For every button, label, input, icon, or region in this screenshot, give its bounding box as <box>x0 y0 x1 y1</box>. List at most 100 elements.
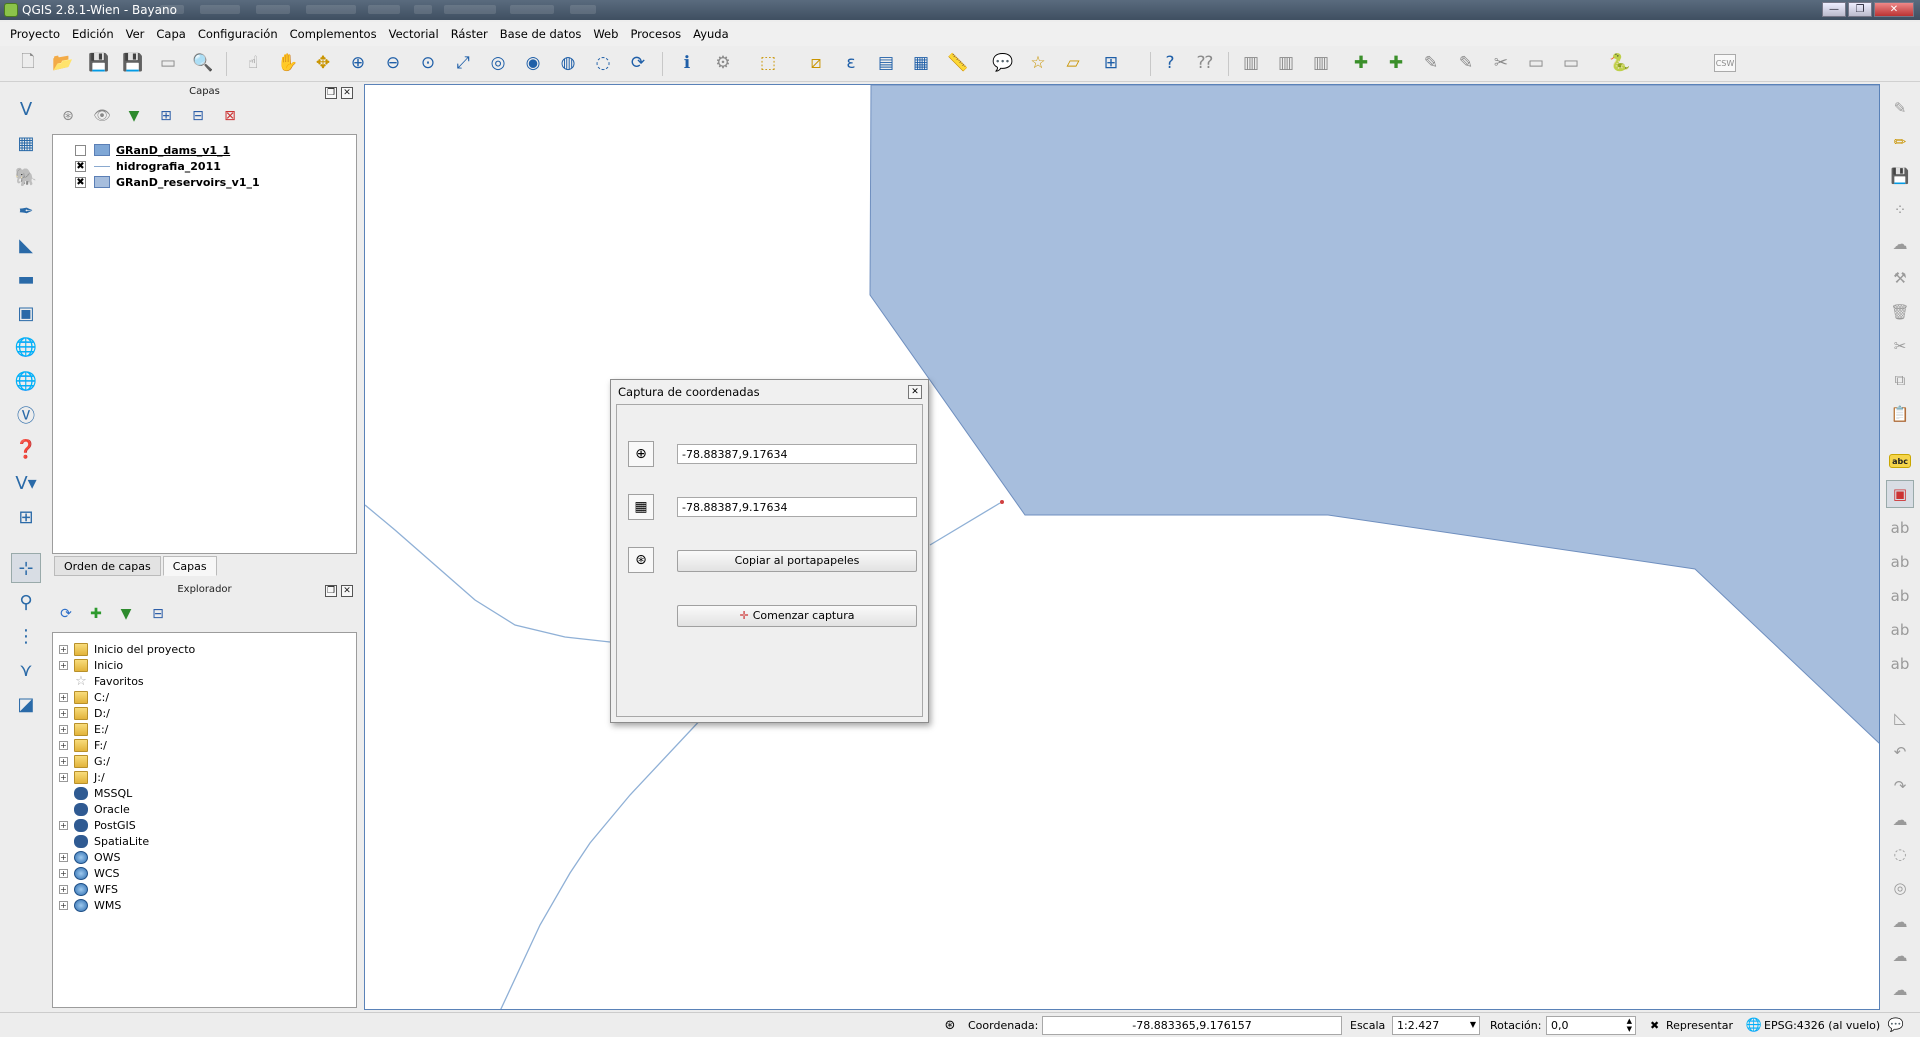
node-tool-icon[interactable]: ⚒ <box>1886 264 1914 292</box>
add-virtual-layer-icon[interactable]: ⊞ <box>11 502 41 532</box>
show-bookmarks-icon[interactable]: ▱ <box>1060 50 1086 76</box>
zoom-last-icon[interactable]: ◍ <box>555 50 581 76</box>
open-attribute-table-icon[interactable]: ▤ <box>873 50 899 76</box>
browser-item[interactable]: + D:/ <box>59 705 110 721</box>
close-window-button[interactable]: ✕ <box>1874 2 1914 17</box>
new-bookmark-icon[interactable]: ☆ <box>1025 50 1051 76</box>
add-layer-icon[interactable]: ▥ <box>1273 50 1299 76</box>
add-selected-layers-icon[interactable]: ✚ <box>86 604 106 624</box>
expand-toggle-icon[interactable]: + <box>59 660 68 670</box>
edit-pencil-icon[interactable]: ✏ <box>1886 128 1914 156</box>
expand-toggle-icon[interactable]: + <box>59 644 68 654</box>
expand-toggle-icon[interactable]: + <box>59 740 68 750</box>
run-feature-action-icon[interactable]: ⚙ <box>710 50 736 76</box>
zoom-to-layer-icon[interactable]: ◉ <box>520 50 546 76</box>
start-capture-button[interactable]: ✛ Comenzar captura <box>677 605 917 627</box>
filter-legend-icon[interactable]: ▼ <box>124 106 144 126</box>
map-canvas[interactable] <box>364 84 1880 1010</box>
render-checkbox[interactable]: ✖ <box>1650 1019 1659 1032</box>
add-db2-layer-icon[interactable]: ▣ <box>11 298 41 328</box>
label-properties-icon[interactable]: ab <box>1886 650 1914 678</box>
tab-layer-order[interactable]: Orden de capas <box>54 556 161 576</box>
add-wcs-layer-icon[interactable]: 🌐 <box>11 366 41 396</box>
text-annotation-icon[interactable]: ⊞ <box>1098 50 1124 76</box>
zoom-to-selection-icon[interactable]: ◎ <box>485 50 511 76</box>
identify-features-icon[interactable]: ℹ <box>674 50 700 76</box>
browser-item[interactable]: + WFS <box>59 881 118 897</box>
dialog-close-button[interactable]: ✕ <box>908 385 922 399</box>
open-project-icon[interactable]: 📂 <box>50 50 76 76</box>
add-mssql-layer-icon[interactable]: ◣ <box>11 230 41 260</box>
zoom-next-icon[interactable]: ◌ <box>590 50 616 76</box>
zoom-full-icon[interactable]: ⤢ <box>450 50 476 76</box>
zoom-out-icon[interactable]: ⊖ <box>380 50 406 76</box>
new-geopackage-icon[interactable]: ▥ <box>1238 50 1264 76</box>
digitize-add-icon[interactable]: ✚ <box>1348 50 1374 76</box>
change-label-icon[interactable]: ab <box>1886 616 1914 644</box>
menu-ayuda[interactable]: Ayuda <box>687 27 735 41</box>
save-as-icon[interactable]: 💾 <box>120 50 146 76</box>
browser-item[interactable]: + WMS <box>59 897 121 913</box>
menu-complementos[interactable]: Complementos <box>284 27 383 41</box>
float-panel-button[interactable]: ❐ <box>325 87 337 99</box>
rotation-spinbox[interactable]: 0,0 ▲ ▼ <box>1546 1016 1636 1035</box>
help-contents-icon[interactable]: ? <box>1157 50 1183 76</box>
browser-item[interactable]: SpatiaLite <box>59 833 149 849</box>
coordinate-capture-tool-icon[interactable]: ⊹ <box>11 553 41 583</box>
close-panel-button[interactable]: ✕ <box>341 585 353 597</box>
manage-visibility-icon[interactable]: 👁 <box>92 106 112 126</box>
add-delimited-text-icon[interactable]: ❓ <box>11 434 41 464</box>
expand-toggle-icon[interactable]: + <box>59 884 68 894</box>
label-toolbar-icon[interactable]: abc <box>1889 454 1911 468</box>
expand-toggle-icon[interactable]: + <box>59 900 68 910</box>
expand-toggle-icon[interactable]: + <box>59 868 68 878</box>
simplify-feature-icon[interactable]: ◌ <box>1886 840 1914 868</box>
paste-features-icon[interactable]: 📋 <box>1886 400 1914 428</box>
expand-toggle-icon[interactable]: + <box>59 772 68 782</box>
map-tips-icon[interactable]: 💬 <box>990 50 1016 76</box>
add-spatialite-layer-icon[interactable]: ✒ <box>11 196 41 226</box>
browser-item[interactable]: + OWS <box>59 849 121 865</box>
show-hide-labels-icon[interactable]: ab <box>1886 514 1914 542</box>
pan-map-icon[interactable]: ✋ <box>275 50 301 76</box>
layer-visibility-checkbox[interactable] <box>75 144 86 156</box>
copy-features-icon[interactable]: ⧉ <box>1886 366 1914 394</box>
gps-tools-icon[interactable]: ⋮ <box>11 621 41 651</box>
add-oracle-layer-icon[interactable]: ▬ <box>11 264 41 294</box>
refresh-icon[interactable]: ⟳ <box>56 604 76 624</box>
menu-vectorial[interactable]: Vectorial <box>383 27 445 41</box>
add-wfs-layer-icon[interactable]: Ⓥ <box>11 400 41 430</box>
menu-ver[interactable]: Ver <box>120 27 151 41</box>
scale-combobox[interactable]: 1:2.427 ▼ <box>1392 1016 1480 1035</box>
messages-icon[interactable]: 💬 <box>1888 1017 1904 1033</box>
filter-browser-icon[interactable]: ▼ <box>116 604 136 624</box>
georeferencer-icon[interactable]: ⚲ <box>11 587 41 617</box>
crs-globe-icon[interactable]: 🌐 <box>1746 1017 1762 1033</box>
expand-toggle-icon[interactable]: + <box>59 724 68 734</box>
browser-item[interactable]: + C:/ <box>59 689 109 705</box>
add-part-icon[interactable]: ☁ <box>1886 908 1914 936</box>
grid-icon[interactable]: ▦ <box>628 494 654 520</box>
measure-line-icon[interactable]: 📏 <box>945 50 971 76</box>
interpolation-icon[interactable]: ⋎ <box>11 655 41 685</box>
layer-visibility-checkbox[interactable]: ✖ <box>75 176 86 188</box>
layer-row[interactable]: ✖ GRanD_reservoirs_v1_1 <box>75 174 260 190</box>
menu-base-de-datos[interactable]: Base de datos <box>494 27 588 41</box>
float-panel-button[interactable]: ❐ <box>325 585 337 597</box>
advanced-digitize-icon[interactable]: ◺ <box>1886 704 1914 732</box>
layer-visibility-checkbox[interactable]: ✖ <box>75 160 86 172</box>
pin-labels-icon[interactable]: ▣ <box>1886 480 1914 508</box>
menu-edicion[interactable]: Edición <box>66 27 120 41</box>
browser-item[interactable]: + E:/ <box>59 721 108 737</box>
tracking-icon[interactable]: ⊛ <box>628 547 654 573</box>
touch-zoom-icon[interactable]: ☝ <box>240 50 266 76</box>
add-feature-icon[interactable]: ⁘ <box>1886 196 1914 224</box>
minimize-button[interactable]: — <box>1822 2 1846 17</box>
collapse-all-icon[interactable]: ⊟ <box>148 604 168 624</box>
add-wms-layer-icon[interactable]: 🌐 <box>11 332 41 362</box>
zoom-actual-size-icon[interactable]: ⊙ <box>415 50 441 76</box>
deselect-features-icon[interactable]: ⧄ <box>803 50 829 76</box>
browser-item[interactable]: + J:/ <box>59 769 105 785</box>
redo-icon[interactable]: ↷ <box>1886 772 1914 800</box>
browser-item[interactable]: MSSQL <box>59 785 132 801</box>
